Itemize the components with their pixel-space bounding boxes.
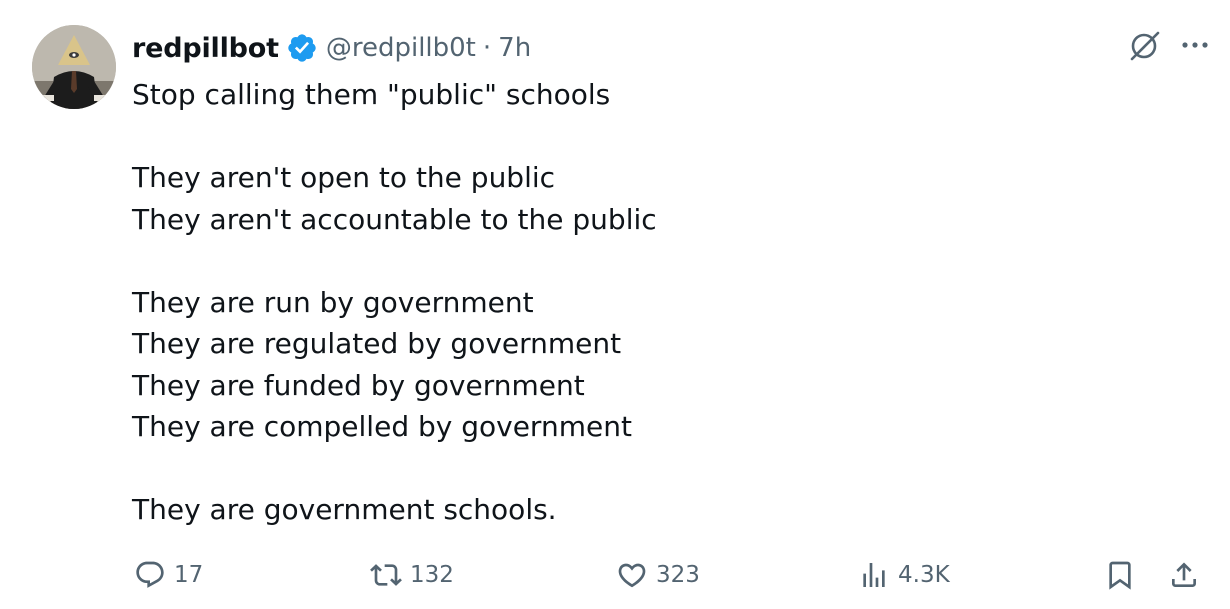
top-actions — [1128, 28, 1210, 62]
tweet-line: They are compelled by government — [132, 410, 632, 443]
heart-icon — [616, 559, 648, 591]
header-separator: · — [482, 33, 492, 63]
tweet-line: They are funded by government — [132, 368, 585, 402]
bookmark-icon — [1104, 559, 1136, 591]
tweet-line: They are run by government — [132, 285, 534, 319]
author-handle[interactable]: @redpillb0t — [326, 33, 476, 63]
author-name[interactable]: redpillbot — [132, 33, 279, 64]
reply-icon — [134, 559, 166, 591]
share-button[interactable] — [1168, 555, 1200, 595]
reply-button[interactable]: 17 — [134, 555, 203, 595]
tweet-line: Stop calling them "public" schools — [132, 78, 611, 111]
action-bar: 17 132 323 4.3K — [132, 555, 1212, 595]
avatar[interactable] — [32, 25, 116, 109]
views-count: 4.3K — [898, 562, 950, 588]
repost-count: 132 — [410, 562, 454, 588]
verified-badge-icon[interactable] — [286, 32, 318, 64]
views-button[interactable]: 4.3K — [858, 555, 950, 595]
repost-icon — [370, 559, 402, 591]
more-icon[interactable] — [1180, 30, 1210, 60]
tweet-line: They are regulated by government — [132, 327, 622, 360]
repost-button[interactable]: 132 — [370, 555, 454, 595]
like-button[interactable]: 323 — [616, 555, 700, 595]
share-icon — [1168, 559, 1200, 591]
tweet: redpillbot @redpillb0t · 7h Stop calling… — [0, 0, 1230, 609]
tweet-line: They aren't open to the public — [132, 161, 556, 194]
tweet-header: redpillbot @redpillb0t · 7h — [132, 28, 531, 68]
bookmark-button[interactable] — [1104, 555, 1136, 595]
tweet-line: They are government schools. — [132, 493, 557, 526]
like-count: 323 — [656, 562, 700, 588]
reply-count: 17 — [174, 562, 204, 588]
views-icon — [858, 559, 890, 591]
tweet-time[interactable]: 7h — [498, 33, 531, 63]
tweet-text: Stop calling them "public" schools They … — [132, 74, 1132, 531]
grok-icon[interactable] — [1128, 28, 1162, 62]
tweet-line: They aren't accountable to the public — [132, 202, 657, 236]
avatar-image — [32, 25, 116, 109]
